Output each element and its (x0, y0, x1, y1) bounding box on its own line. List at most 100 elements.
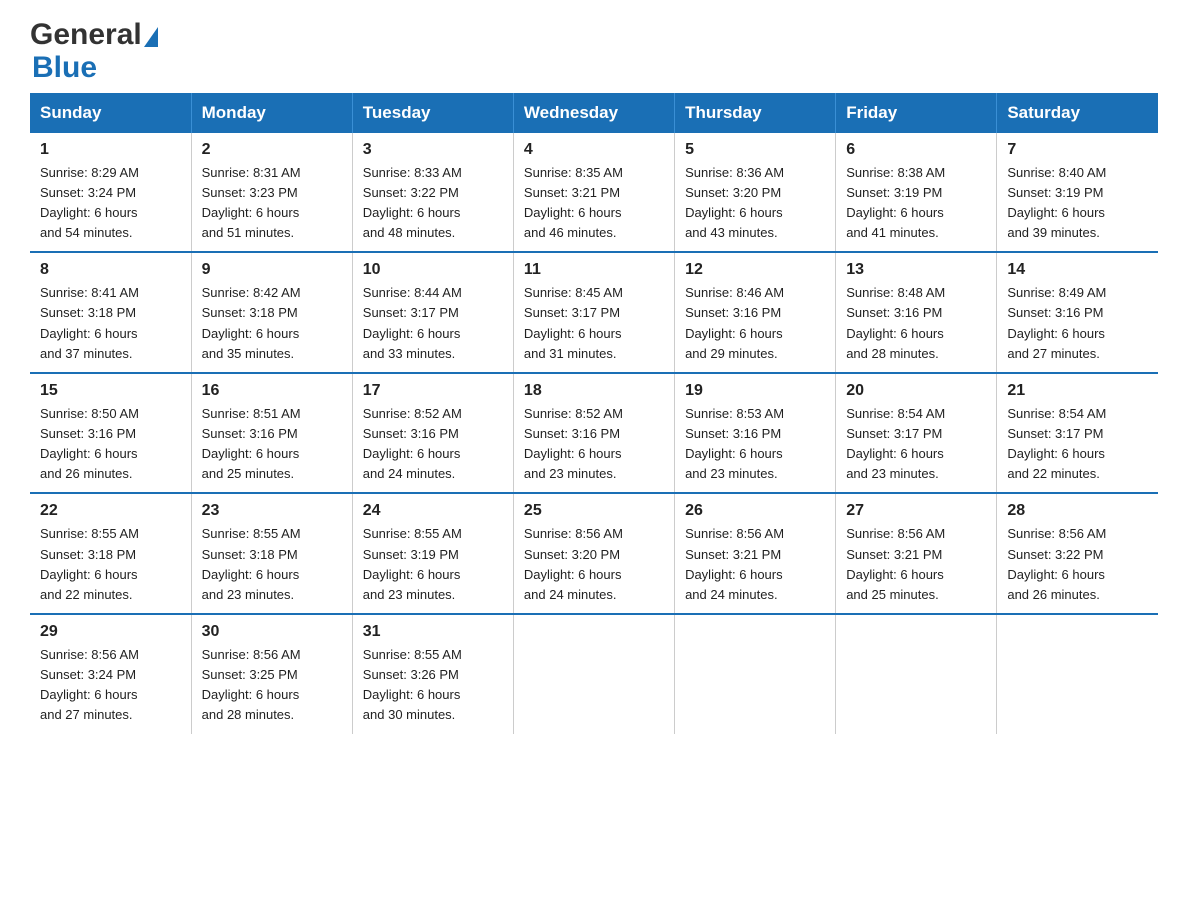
day-info: Sunrise: 8:52 AMSunset: 3:16 PMDaylight:… (363, 404, 503, 485)
day-info: Sunrise: 8:40 AMSunset: 3:19 PMDaylight:… (1007, 163, 1148, 244)
day-cell: 8Sunrise: 8:41 AMSunset: 3:18 PMDaylight… (30, 252, 191, 373)
day-info: Sunrise: 8:53 AMSunset: 3:16 PMDaylight:… (685, 404, 825, 485)
day-cell: 9 Sunrise: 8:42 AMSunset: 3:18 PMDaylight… (191, 252, 352, 373)
day-number: 23 (202, 502, 342, 520)
logo-arrow-icon (144, 27, 158, 47)
day-number: 17 (363, 382, 503, 400)
day-info: Sunrise: 8:48 AMSunset: 3:16 PMDaylight:… (846, 283, 986, 364)
day-cell: 18 Sunrise: 8:52 AMSunset: 3:16 PMDayligh… (513, 373, 674, 494)
day-number: 9 (202, 261, 342, 279)
week-row-1: 1Sunrise: 8:29 AMSunset: 3:24 PMDaylight… (30, 133, 1158, 253)
day-info: Sunrise: 8:36 AMSunset: 3:20 PMDaylight:… (685, 163, 825, 244)
day-info: Sunrise: 8:56 AMSunset: 3:21 PMDaylight:… (846, 524, 986, 605)
logo: General Blue (30, 20, 158, 83)
day-info: Sunrise: 8:52 AMSunset: 3:16 PMDaylight:… (524, 404, 664, 485)
header-wednesday: Wednesday (513, 93, 674, 133)
day-number: 30 (202, 623, 342, 641)
day-cell: 14Sunrise: 8:49 AMSunset: 3:16 PMDayligh… (997, 252, 1158, 373)
day-number: 13 (846, 261, 986, 279)
day-info: Sunrise: 8:56 AMSunset: 3:25 PMDaylight:… (202, 645, 342, 726)
day-number: 25 (524, 502, 664, 520)
day-info: Sunrise: 8:41 AMSunset: 3:18 PMDaylight:… (40, 283, 181, 364)
day-number: 19 (685, 382, 825, 400)
logo-general-part: General (30, 18, 142, 51)
day-number: 3 (363, 141, 503, 159)
day-info: Sunrise: 8:38 AMSunset: 3:19 PMDaylight:… (846, 163, 986, 244)
day-cell: 12 Sunrise: 8:46 AMSunset: 3:16 PMDayligh… (675, 252, 836, 373)
day-info: Sunrise: 8:45 AMSunset: 3:17 PMDaylight:… (524, 283, 664, 364)
day-number: 26 (685, 502, 825, 520)
day-number: 7 (1007, 141, 1148, 159)
header-friday: Friday (836, 93, 997, 133)
day-number: 15 (40, 382, 181, 400)
day-number: 21 (1007, 382, 1148, 400)
day-number: 28 (1007, 502, 1148, 520)
day-info: Sunrise: 8:56 AMSunset: 3:21 PMDaylight:… (685, 524, 825, 605)
calendar-header: SundayMondayTuesdayWednesdayThursdayFrid… (30, 93, 1158, 133)
day-number: 11 (524, 261, 664, 279)
day-info: Sunrise: 8:55 AMSunset: 3:19 PMDaylight:… (363, 524, 503, 605)
day-cell: 22 Sunrise: 8:55 AMSunset: 3:18 PMDayligh… (30, 493, 191, 614)
day-cell: 6 Sunrise: 8:38 AMSunset: 3:19 PMDaylight… (836, 133, 997, 253)
day-cell: 15 Sunrise: 8:50 AMSunset: 3:16 PMDayligh… (30, 373, 191, 494)
day-info: Sunrise: 8:56 AMSunset: 3:20 PMDaylight:… (524, 524, 664, 605)
day-cell: 28 Sunrise: 8:56 AMSunset: 3:22 PMDayligh… (997, 493, 1158, 614)
day-cell: 13 Sunrise: 8:48 AMSunset: 3:16 PMDayligh… (836, 252, 997, 373)
header-row: SundayMondayTuesdayWednesdayThursdayFrid… (30, 93, 1158, 133)
day-number: 6 (846, 141, 986, 159)
day-info: Sunrise: 8:44 AMSunset: 3:17 PMDaylight:… (363, 283, 503, 364)
day-cell: 17 Sunrise: 8:52 AMSunset: 3:16 PMDayligh… (352, 373, 513, 494)
day-cell: 16 Sunrise: 8:51 AMSunset: 3:16 PMDayligh… (191, 373, 352, 494)
header-sunday: Sunday (30, 93, 191, 133)
day-number: 31 (363, 623, 503, 641)
logo-blue-part: Blue (32, 51, 97, 84)
day-cell: 24Sunrise: 8:55 AMSunset: 3:19 PMDayligh… (352, 493, 513, 614)
day-info: Sunrise: 8:55 AMSunset: 3:18 PMDaylight:… (202, 524, 342, 605)
week-row-4: 22 Sunrise: 8:55 AMSunset: 3:18 PMDayligh… (30, 493, 1158, 614)
day-cell: 7 Sunrise: 8:40 AMSunset: 3:19 PMDaylight… (997, 133, 1158, 253)
day-info: Sunrise: 8:35 AMSunset: 3:21 PMDaylight:… (524, 163, 664, 244)
day-info: Sunrise: 8:56 AMSunset: 3:22 PMDaylight:… (1007, 524, 1148, 605)
day-number: 20 (846, 382, 986, 400)
day-info: Sunrise: 8:55 AMSunset: 3:18 PMDaylight:… (40, 524, 181, 605)
day-number: 14 (1007, 261, 1148, 279)
day-cell: 23 Sunrise: 8:55 AMSunset: 3:18 PMDayligh… (191, 493, 352, 614)
day-number: 1 (40, 141, 181, 159)
day-number: 5 (685, 141, 825, 159)
day-info: Sunrise: 8:54 AMSunset: 3:17 PMDaylight:… (846, 404, 986, 485)
day-info: Sunrise: 8:42 AMSunset: 3:18 PMDaylight:… (202, 283, 342, 364)
day-info: Sunrise: 8:46 AMSunset: 3:16 PMDaylight:… (685, 283, 825, 364)
logo-container: General Blue (30, 20, 158, 83)
day-number: 27 (846, 502, 986, 520)
day-cell: 29Sunrise: 8:56 AMSunset: 3:24 PMDayligh… (30, 614, 191, 734)
day-info: Sunrise: 8:50 AMSunset: 3:16 PMDaylight:… (40, 404, 181, 485)
day-cell (836, 614, 997, 734)
day-number: 2 (202, 141, 342, 159)
header-saturday: Saturday (997, 93, 1158, 133)
day-info: Sunrise: 8:55 AMSunset: 3:26 PMDaylight:… (363, 645, 503, 726)
header-tuesday: Tuesday (352, 93, 513, 133)
day-cell: 25 Sunrise: 8:56 AMSunset: 3:20 PMDayligh… (513, 493, 674, 614)
day-info: Sunrise: 8:56 AMSunset: 3:24 PMDaylight:… (40, 645, 181, 726)
week-row-2: 8Sunrise: 8:41 AMSunset: 3:18 PMDaylight… (30, 252, 1158, 373)
day-info: Sunrise: 8:54 AMSunset: 3:17 PMDaylight:… (1007, 404, 1148, 485)
week-row-5: 29Sunrise: 8:56 AMSunset: 3:24 PMDayligh… (30, 614, 1158, 734)
day-cell: 1Sunrise: 8:29 AMSunset: 3:24 PMDaylight… (30, 133, 191, 253)
day-cell: 10Sunrise: 8:44 AMSunset: 3:17 PMDayligh… (352, 252, 513, 373)
day-info: Sunrise: 8:31 AMSunset: 3:23 PMDaylight:… (202, 163, 342, 244)
day-info: Sunrise: 8:51 AMSunset: 3:16 PMDaylight:… (202, 404, 342, 485)
day-cell: 30 Sunrise: 8:56 AMSunset: 3:25 PMDayligh… (191, 614, 352, 734)
day-cell (997, 614, 1158, 734)
day-number: 4 (524, 141, 664, 159)
day-cell (675, 614, 836, 734)
day-cell: 31 Sunrise: 8:55 AMSunset: 3:26 PMDayligh… (352, 614, 513, 734)
day-cell (513, 614, 674, 734)
day-info: Sunrise: 8:33 AMSunset: 3:22 PMDaylight:… (363, 163, 503, 244)
day-cell: 5 Sunrise: 8:36 AMSunset: 3:20 PMDaylight… (675, 133, 836, 253)
day-number: 12 (685, 261, 825, 279)
day-cell: 26 Sunrise: 8:56 AMSunset: 3:21 PMDayligh… (675, 493, 836, 614)
day-number: 16 (202, 382, 342, 400)
day-number: 22 (40, 502, 181, 520)
calendar-body: 1Sunrise: 8:29 AMSunset: 3:24 PMDaylight… (30, 133, 1158, 734)
day-number: 18 (524, 382, 664, 400)
